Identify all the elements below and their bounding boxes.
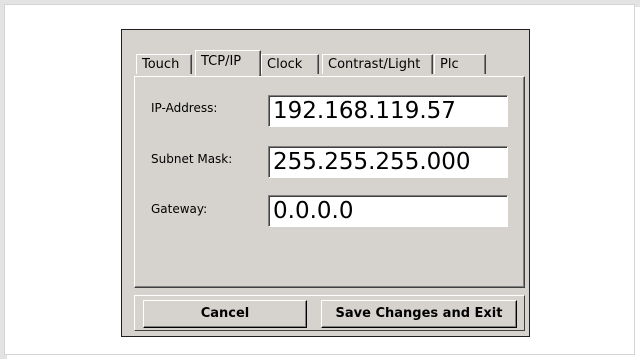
button-bar: Cancel Save Changes and Exit bbox=[134, 295, 525, 331]
gateway-label: Gateway: bbox=[151, 202, 208, 216]
subnet-mask-field[interactable]: 255.255.255.000 bbox=[268, 146, 508, 178]
ip-address-label: IP-Address: bbox=[151, 101, 218, 115]
tab-touch[interactable]: Touch bbox=[136, 54, 192, 74]
gateway-field[interactable]: 0.0.0.0 bbox=[268, 195, 508, 227]
settings-dialog: Touch TCP/IP Clock Contrast/Light Plc IP… bbox=[121, 29, 530, 337]
tcpip-panel: IP-Address: 192.168.119.57 Subnet Mask: … bbox=[134, 76, 525, 288]
tab-clock[interactable]: Clock bbox=[261, 54, 319, 74]
tab-tcpip[interactable]: TCP/IP bbox=[195, 50, 261, 76]
tab-plc[interactable]: Plc bbox=[434, 54, 486, 74]
subnet-mask-label: Subnet Mask: bbox=[151, 152, 233, 166]
cancel-button[interactable]: Cancel bbox=[143, 300, 307, 328]
tab-contrast-light[interactable]: Contrast/Light bbox=[322, 54, 433, 74]
ip-address-field[interactable]: 192.168.119.57 bbox=[268, 95, 508, 127]
save-and-exit-button[interactable]: Save Changes and Exit bbox=[321, 300, 517, 328]
